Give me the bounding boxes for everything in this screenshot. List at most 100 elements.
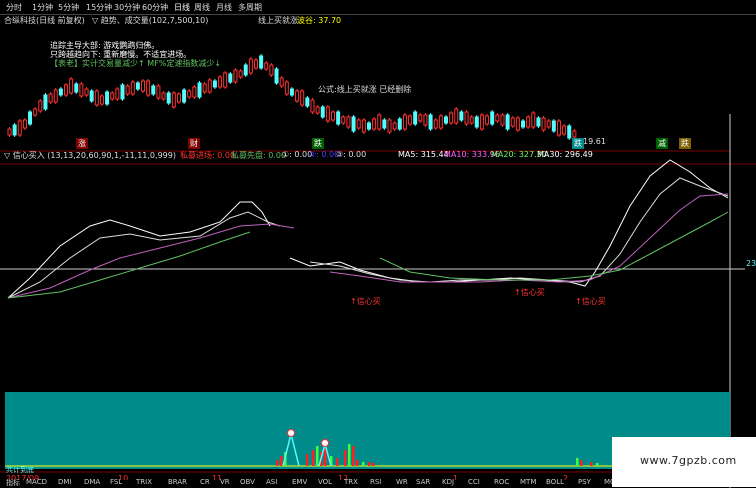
- candle: [48, 92, 53, 104]
- candle: [120, 83, 125, 101]
- tab-5[interactable]: 60分钟: [142, 2, 168, 13]
- candle: [33, 107, 38, 117]
- tab-4[interactable]: 30分钟: [114, 2, 140, 13]
- sub-line-white-2: [7, 211, 281, 299]
- lower-bar: [312, 450, 315, 466]
- tab-7[interactable]: 周线: [194, 2, 210, 13]
- watermark-box: www.7gpzb.com: [612, 437, 756, 487]
- tab-8[interactable]: 月线: [216, 2, 232, 13]
- indicator-tab-10[interactable]: ASI: [266, 478, 277, 486]
- indicator-tab-1[interactable]: MACD: [26, 478, 47, 486]
- indicator-tab-22[interactable]: PSY: [578, 478, 591, 486]
- candle: [79, 82, 84, 98]
- ma5-value: MA5: 315.44: [398, 150, 449, 159]
- candle: [28, 110, 33, 126]
- lower-bar: [276, 460, 279, 466]
- sub-value-2: 私募先盘: 0.00: [231, 151, 287, 160]
- sub-value-1: 私募进场: 0.00: [180, 151, 236, 160]
- candle: [351, 115, 356, 133]
- tab-9[interactable]: 多周期: [238, 2, 262, 13]
- indicator-tab-20[interactable]: MTM: [520, 478, 536, 486]
- signal-buy-2: ↑信心买: [514, 288, 545, 297]
- spike-marker-1-dot: [287, 429, 295, 437]
- candle: [264, 61, 269, 71]
- indicator-tab-8[interactable]: VR: [220, 478, 230, 486]
- candle: [146, 79, 151, 97]
- candle: [135, 81, 140, 91]
- candle: [58, 87, 63, 97]
- tab-2[interactable]: 5分钟: [58, 2, 79, 13]
- candle: [243, 63, 248, 77]
- sub-line-white-4: [309, 177, 729, 283]
- lower-bar: [580, 460, 583, 466]
- candle: [546, 119, 551, 129]
- candle: [248, 57, 253, 75]
- sub-indicator-lines: [7, 159, 729, 299]
- candle: [289, 87, 294, 97]
- candle: [418, 113, 423, 123]
- candle: [402, 113, 407, 131]
- indicator-title[interactable]: ▽ 趋势、成交量(102,7,500,10): [92, 15, 208, 26]
- kline-chart[interactable]: [0, 26, 756, 488]
- sub-value-3: ①: 0.00: [282, 150, 313, 159]
- formula-deleted-note: 公式:线上买就涨 已经删除: [318, 85, 412, 94]
- candle: [423, 113, 428, 127]
- indicator-tab-7[interactable]: CR: [200, 478, 210, 486]
- lower-bar: [352, 446, 355, 466]
- candle: [428, 113, 433, 131]
- indicator-tab-3[interactable]: DMA: [84, 478, 100, 486]
- indicator-tab-13[interactable]: TRX: [344, 478, 358, 486]
- marker-3: 跌: [312, 138, 324, 149]
- indicator-tab-6[interactable]: BRAR: [168, 478, 187, 486]
- price-label: 波谷: 37.70: [297, 16, 342, 25]
- candle: [274, 67, 279, 85]
- indicator-tab-2[interactable]: DMI: [58, 478, 72, 486]
- candle: [474, 115, 479, 129]
- tab-1[interactable]: 1分钟: [32, 2, 53, 13]
- candle: [305, 96, 310, 108]
- indicator-tab-5[interactable]: TRIX: [136, 478, 152, 486]
- ma30-value: MA30: 296.49: [537, 150, 593, 159]
- indicator-tab-4[interactable]: FSL: [110, 478, 122, 486]
- lower-bar: [372, 463, 375, 466]
- indicator-tab-11[interactable]: EMV: [292, 478, 307, 486]
- candle: [259, 54, 264, 70]
- indicator-tab-9[interactable]: OBV: [240, 478, 255, 486]
- candle: [7, 127, 12, 137]
- sub-indicator-name[interactable]: ▽ 信心买入 (13,13,20,60,90,1,-11,11,0,999): [4, 150, 176, 161]
- marker-1: 涨: [76, 138, 88, 149]
- indicator-tab-21[interactable]: BOLL: [546, 478, 564, 486]
- candle: [115, 87, 120, 101]
- candle: [38, 99, 43, 113]
- stock-title: 合纵科技(日线 前复权): [4, 16, 85, 25]
- candle: [490, 110, 495, 126]
- indicator-tab-17[interactable]: KDJ: [442, 478, 454, 486]
- lower-bar: [336, 458, 339, 466]
- indicator-tab-16[interactable]: SAR: [416, 478, 430, 486]
- candle: [53, 88, 58, 104]
- lower-bar: [362, 462, 365, 466]
- sub-line-pink: [7, 223, 295, 299]
- candle: [341, 115, 346, 125]
- indicator-tab-15[interactable]: WR: [396, 478, 408, 486]
- sub-line-white-3: [289, 159, 729, 287]
- note-line-3: 【表老】实计交易量减少↑ MF%定速指数减少↓: [50, 59, 222, 68]
- candle: [438, 114, 443, 130]
- candle: [156, 84, 161, 100]
- indicator-tab-18[interactable]: CCI: [468, 478, 480, 486]
- candle: [279, 76, 284, 88]
- candle: [361, 118, 366, 134]
- candle: [562, 124, 567, 136]
- indicator-tab-12[interactable]: VOL: [318, 478, 332, 486]
- indicator-tab-14[interactable]: RSI: [370, 478, 381, 486]
- candle: [74, 82, 79, 94]
- tab-0[interactable]: 分时: [6, 2, 22, 13]
- tab-6[interactable]: 日线: [174, 2, 190, 13]
- candle: [556, 119, 561, 137]
- lower-bar: [368, 462, 371, 466]
- indicator-tab-19[interactable]: ROC: [494, 478, 509, 486]
- candle: [372, 117, 377, 131]
- candle: [212, 79, 217, 89]
- candle: [526, 115, 531, 129]
- tab-3[interactable]: 15分钟: [86, 2, 112, 13]
